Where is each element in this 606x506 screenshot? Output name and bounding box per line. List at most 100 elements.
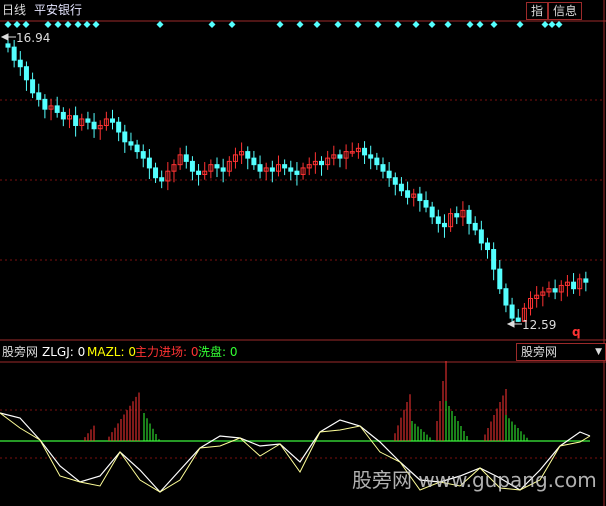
candle-body [405, 190, 411, 198]
signal-diamond [428, 21, 436, 28]
candle-body [110, 118, 116, 123]
candle-body [36, 92, 42, 100]
signal-diamond [83, 21, 91, 28]
indicator-selector[interactable]: 股旁网 ▼ [516, 343, 606, 361]
signal-diamond [228, 21, 236, 28]
candle-body [417, 193, 423, 202]
candle-body [245, 151, 251, 159]
candle-body [478, 229, 484, 244]
candle-body [183, 154, 189, 162]
candle-body [337, 154, 343, 159]
signal-diamond [334, 21, 342, 28]
signal-diamond [13, 21, 21, 28]
signal-diamond [44, 21, 52, 28]
candle-body [189, 160, 195, 172]
candle-body [196, 170, 202, 175]
candle-body [146, 157, 152, 169]
candle-body [484, 242, 490, 251]
candle-body [122, 131, 128, 143]
candle-body [17, 59, 23, 68]
candle-body [42, 98, 48, 110]
chart-canvas: 股旁网 www.gupang.com [0, 0, 606, 506]
candle-body [374, 157, 380, 166]
candle-body [282, 164, 288, 169]
candle-body [503, 288, 509, 306]
candle-body [319, 160, 325, 166]
candle-body [466, 209, 472, 224]
signal-diamonds [4, 21, 563, 28]
candle-body [515, 317, 521, 322]
signal-diamond [466, 21, 474, 28]
candle-body [60, 111, 66, 120]
candle-body [380, 164, 386, 172]
signal-diamond [555, 21, 563, 28]
high-arrow [0, 33, 16, 41]
signal-diamond [476, 21, 484, 28]
signal-diamond [54, 21, 62, 28]
candle-body [54, 105, 60, 113]
candle-body [454, 213, 460, 218]
signal-diamond [490, 21, 498, 28]
low-arrow [506, 320, 522, 328]
signal-diamond [516, 21, 524, 28]
candle-body [398, 183, 404, 192]
signal-diamond [64, 21, 72, 28]
signal-diamond [444, 21, 452, 28]
candle-body [214, 164, 220, 169]
index-button[interactable]: 指 [526, 2, 549, 20]
indicator-washout: 洗盘: 0 [198, 345, 238, 359]
candle-body [386, 170, 392, 179]
signal-diamond [313, 21, 321, 28]
candle-body [362, 147, 368, 156]
candle-body [392, 177, 398, 185]
signal-diamond [412, 21, 420, 28]
signal-diamond [74, 21, 82, 28]
candle-body [435, 216, 441, 224]
candle-body [251, 157, 257, 166]
candle-body [571, 281, 577, 290]
indicator-selector-label: 股旁网 [521, 345, 558, 359]
candle-body [583, 278, 589, 283]
candle-body [5, 43, 11, 48]
chevron-down-icon: ▼ [595, 347, 602, 357]
signal-diamond [276, 21, 284, 28]
candle-body [423, 200, 429, 208]
candle-body [294, 170, 300, 175]
indicator-name: 股旁网 [2, 345, 39, 359]
signal-diamond [354, 21, 362, 28]
candle-body [128, 141, 134, 146]
candle-body [497, 268, 503, 290]
stock-name: 平安银行 [34, 3, 83, 17]
candle-body [368, 154, 374, 159]
candle-body [491, 249, 497, 270]
candle-body [257, 164, 263, 172]
candle-body [85, 118, 91, 123]
candle-body [30, 79, 36, 94]
info-button[interactable]: 信息 [548, 2, 583, 20]
candle-body [472, 222, 478, 231]
signal-diamond [156, 21, 164, 28]
high-price-label: 16.94 [16, 31, 51, 45]
candle-body [116, 121, 122, 133]
candle-body [91, 121, 97, 130]
signal-diamond [92, 21, 100, 28]
indicator-main-entry: 主力进场: 0 [135, 345, 199, 359]
price-candles [0, 33, 589, 328]
marker-label: q [572, 325, 581, 339]
signal-diamond [22, 21, 30, 28]
candle-body [429, 206, 435, 218]
candle-body [288, 167, 294, 172]
candle-body [153, 167, 159, 179]
watermark: 股旁网 www.gupang.com [352, 468, 597, 492]
signal-diamond [208, 21, 216, 28]
candle-body [23, 66, 29, 81]
candle-body [269, 167, 275, 172]
period-label[interactable]: 日线 [2, 3, 26, 17]
signal-diamond [296, 21, 304, 28]
candle-body [552, 288, 558, 293]
candle-body [509, 304, 515, 319]
candle-body [134, 144, 140, 153]
indicator-zlgj: ZLGJ: 0 [42, 345, 86, 359]
signal-diamond [374, 21, 382, 28]
signal-diamond [4, 21, 12, 28]
